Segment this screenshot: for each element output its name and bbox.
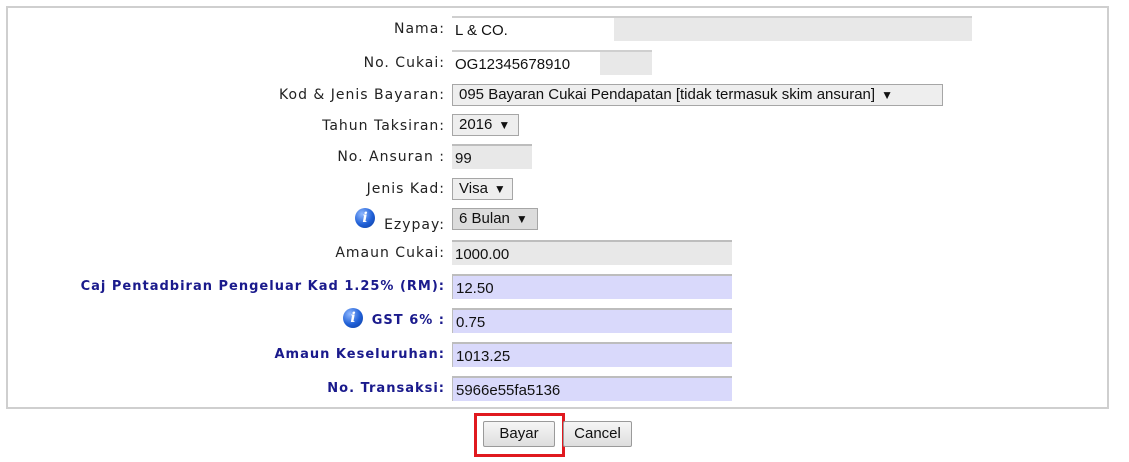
- label-nama: Nama:: [394, 21, 445, 37]
- transaksi-field: 5966e55fa5136: [452, 376, 732, 401]
- cancel-button[interactable]: Cancel: [563, 421, 632, 447]
- label-no-cukai: No. Cukai:: [363, 55, 445, 71]
- row-kod-jenis: Kod & Jenis Bayaran: 095 Bayaran Cukai P…: [0, 80, 1129, 110]
- label-transaksi: No. Transaksi:: [327, 381, 445, 396]
- row-amaun-keseluruhan: Amaun Keseluruhan: 1013.25: [0, 340, 1129, 370]
- label-ansuran: No. Ansuran :: [337, 149, 445, 165]
- jenis-kad-selected: Visa: [459, 180, 488, 197]
- row-gst: i GST 6% : 0.75: [0, 306, 1129, 336]
- row-amaun-cukai: Amaun Cukai: 1000.00: [0, 238, 1129, 268]
- label-amaun-cukai: Amaun Cukai:: [335, 245, 445, 261]
- amaun-cukai-field: 1000.00: [452, 240, 732, 265]
- row-ezypay: i Ezypay: 6 Bulan ▼: [0, 208, 1129, 238]
- kod-jenis-select[interactable]: 095 Bayaran Cukai Pendapatan [tidak term…: [452, 84, 943, 106]
- jenis-kad-select[interactable]: Visa ▼: [452, 178, 513, 200]
- row-tahun: Tahun Taksiran: 2016 ▼: [0, 111, 1129, 141]
- chevron-down-icon: ▼: [881, 88, 893, 102]
- gst-field: 0.75: [452, 308, 732, 333]
- info-icon[interactable]: i: [355, 208, 375, 228]
- kod-jenis-selected: 095 Bayaran Cukai Pendapatan [tidak term…: [459, 86, 876, 103]
- chevron-down-icon: ▼: [498, 118, 511, 132]
- chevron-down-icon: ▼: [493, 182, 506, 196]
- row-ansuran: No. Ansuran : 99: [0, 142, 1129, 172]
- row-nama: Nama: L & CO.: [0, 14, 1129, 44]
- row-caj: Caj Pentadbiran Pengeluar Kad 1.25% (RM)…: [0, 272, 1129, 302]
- label-amaun-keseluruhan: Amaun Keseluruhan:: [274, 347, 445, 362]
- nama-field-bg: L & CO.: [452, 16, 972, 41]
- bayar-button[interactable]: Bayar: [483, 421, 555, 447]
- chevron-down-icon: ▼: [515, 212, 528, 226]
- no-cukai-input[interactable]: OG12345678910: [452, 52, 600, 75]
- label-caj: Caj Pentadbiran Pengeluar Kad 1.25% (RM)…: [80, 279, 445, 294]
- amaun-keseluruhan-field: 1013.25: [452, 342, 732, 367]
- label-ezypay: Ezypay:: [384, 217, 445, 233]
- tahun-select[interactable]: 2016 ▼: [452, 114, 519, 136]
- row-no-cukai: No. Cukai: OG12345678910: [0, 48, 1129, 78]
- label-gst: GST 6% :: [371, 313, 445, 328]
- label-tahun: Tahun Taksiran:: [322, 118, 445, 134]
- caj-field: 12.50: [452, 274, 732, 299]
- no-cukai-field-bg: OG12345678910: [452, 50, 652, 75]
- ansuran-field: 99: [452, 144, 532, 169]
- label-kod-jenis: Kod & Jenis Bayaran:: [279, 87, 445, 103]
- row-jenis-kad: Jenis Kad: Visa ▼: [0, 174, 1129, 204]
- label-jenis-kad: Jenis Kad:: [366, 181, 445, 197]
- row-transaksi: No. Transaksi: 5966e55fa5136: [0, 374, 1129, 404]
- info-icon[interactable]: i: [343, 308, 363, 328]
- nama-input[interactable]: L & CO.: [452, 18, 614, 41]
- tahun-selected: 2016: [459, 116, 493, 133]
- ezypay-select[interactable]: 6 Bulan ▼: [452, 208, 538, 230]
- ezypay-selected: 6 Bulan: [459, 210, 510, 227]
